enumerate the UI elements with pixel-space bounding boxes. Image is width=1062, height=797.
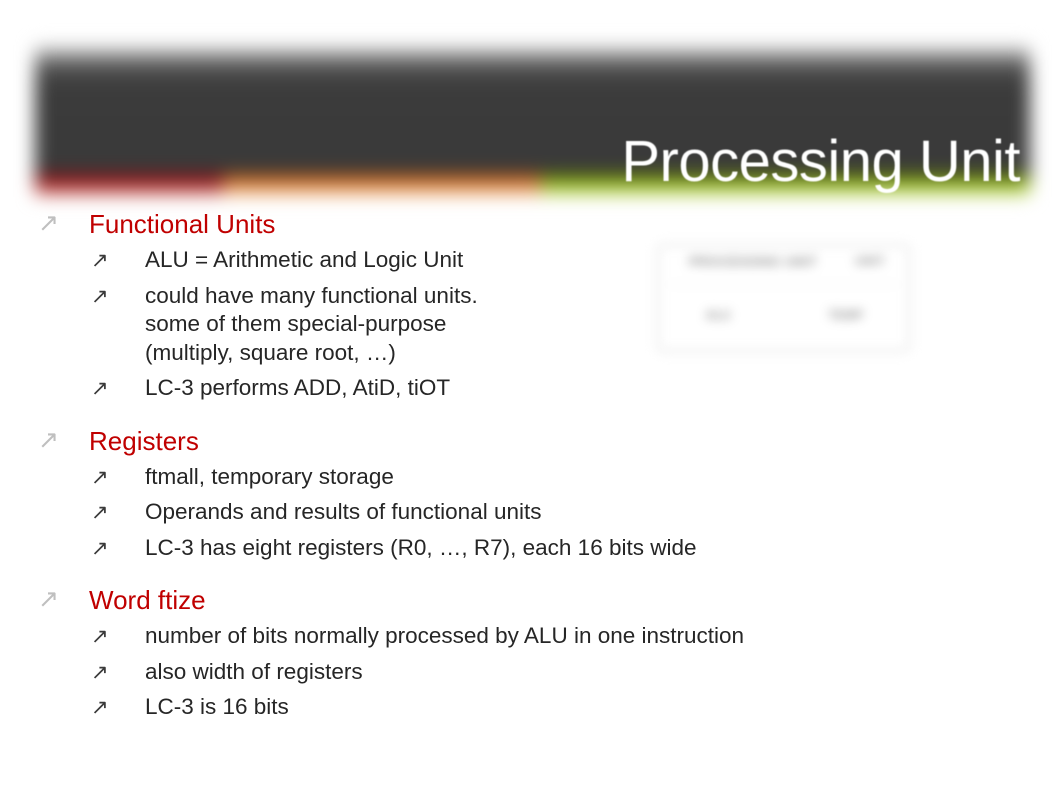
bullet-arrow-icon: ↗	[38, 584, 59, 613]
sub-bullet-arrow-icon: ↗	[91, 535, 109, 560]
slide-canvas: Processing Unit PROCESSING UNIT UNIT ALU…	[0, 0, 1062, 797]
sub-bullet-text: ftmall, temporary storage	[145, 463, 394, 489]
section-heading-row: ↗ Functional Units	[0, 208, 1062, 242]
sub-bullet-arrow-icon: ↗	[91, 500, 109, 524]
section-heading: Word ftize	[89, 585, 206, 615]
list-item: ↗ could have many functional units. some…	[0, 282, 1062, 368]
sub-bullet-text: LC-3 performs ADD, AtiD, tiOT	[145, 375, 451, 400]
sub-bullet-arrow-icon: ↗	[91, 376, 109, 400]
section-word-size: ↗ Word ftize ↗ number of bits normally p…	[0, 584, 1062, 722]
list-item: ↗ ALU = Arithmetic and Logic Unit	[0, 246, 1062, 275]
stripe-red	[35, 173, 223, 197]
list-item: ↗ LC-3 has eight registers (R0, …, R7), …	[0, 534, 1062, 563]
sub-bullet-text: LC-3 is 16 bits	[145, 694, 289, 719]
sub-bullet-arrow-icon: ↗	[91, 248, 109, 272]
sub-bullet-text: Operands and results of functional units	[145, 499, 542, 524]
slide-title: Processing Unit	[621, 129, 1020, 194]
section-heading: Registers	[89, 425, 199, 456]
title-banner: Processing Unit	[35, 45, 1030, 197]
list-item: ↗ LC-3 is 16 bits	[0, 693, 1062, 722]
section-heading-row: ↗ Registers	[0, 425, 1062, 459]
section-registers: ↗ Registers ↗ ftmall, temporary storage …	[0, 425, 1062, 563]
list-item: ↗ LC-3 performs ADD, AtiD, tiOT	[0, 374, 1062, 403]
sub-bullet-arrow-icon: ↗	[91, 695, 109, 719]
section-heading: Functional Units	[89, 209, 276, 239]
sub-bullet-text: ALU = Arithmetic and Logic Unit	[145, 247, 464, 272]
sub-bullet-text: also width of registers	[145, 658, 363, 684]
sub-bullet-list: ↗ ALU = Arithmetic and Logic Unit ↗ coul…	[0, 246, 1062, 403]
sub-bullet-arrow-icon: ↗	[91, 624, 109, 648]
section-heading-row: ↗ Word ftize	[0, 584, 1062, 618]
sub-bullet-arrow-icon: ↗	[91, 283, 109, 308]
list-item: ↗ ftmall, temporary storage	[0, 463, 1062, 492]
sub-bullet-arrow-icon: ↗	[91, 659, 109, 684]
list-item: ↗ number of bits normally processed by A…	[0, 622, 1062, 651]
list-item: ↗ also width of registers	[0, 658, 1062, 687]
slide-body: ↗ Functional Units ↗ ALU = Arithmetic an…	[0, 208, 1062, 729]
sub-bullet-arrow-icon: ↗	[91, 464, 109, 489]
bullet-arrow-icon: ↗	[38, 208, 59, 237]
sub-bullet-list: ↗ ftmall, temporary storage ↗ Operands a…	[0, 463, 1062, 563]
bullet-arrow-icon: ↗	[38, 424, 59, 454]
sub-bullet-text: could have many functional units. some o…	[145, 282, 478, 365]
sub-bullet-text: number of bits normally processed by ALU…	[145, 623, 745, 648]
list-item: ↗ Operands and results of functional uni…	[0, 498, 1062, 527]
stripe-orange	[223, 173, 541, 197]
sub-bullet-text: LC-3 has eight registers (R0, …, R7), ea…	[145, 534, 697, 560]
sub-bullet-list: ↗ number of bits normally processed by A…	[0, 622, 1062, 722]
section-functional-units: ↗ Functional Units ↗ ALU = Arithmetic an…	[0, 208, 1062, 403]
